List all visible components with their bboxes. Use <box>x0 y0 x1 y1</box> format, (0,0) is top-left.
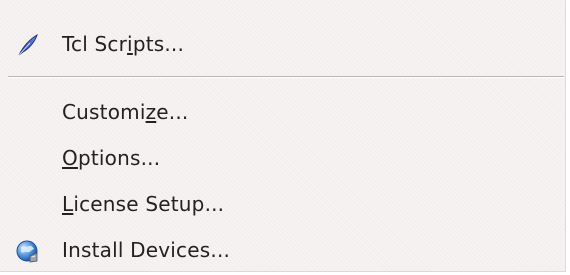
menu-item-label: Options... <box>62 144 160 172</box>
menu-item-label: License Setup... <box>62 190 224 218</box>
label-post: ptions... <box>77 146 161 170</box>
label-post: e... <box>156 100 189 124</box>
mnemonic-char: z <box>145 100 157 124</box>
label-post: pts... <box>132 32 185 56</box>
feather-pen-icon <box>15 32 41 58</box>
tools-menu: Tcl Scripts... Customize... Options... L… <box>0 0 566 272</box>
label-pre: Customi <box>62 100 146 124</box>
menu-item-tcl-scripts[interactable]: Tcl Scripts... <box>0 24 566 64</box>
globe-install-icon <box>15 238 41 264</box>
menu-item-customize[interactable]: Customize... <box>0 92 566 132</box>
menu-item-label: Customize... <box>62 98 188 126</box>
label-post: icense Setup... <box>73 192 225 216</box>
label-pre: Tcl Scr <box>62 32 128 56</box>
menu-item-label: Install Devices... <box>62 238 231 262</box>
menu-item-options[interactable]: Options... <box>0 138 566 178</box>
menu-item-install-devices[interactable]: Install Devices... <box>0 230 566 270</box>
mnemonic-char: O <box>62 146 78 170</box>
menu-separator <box>8 76 564 78</box>
menu-item-label: Tcl Scripts... <box>62 30 184 58</box>
menu-item-license-setup[interactable]: License Setup... <box>0 184 566 224</box>
mnemonic-char: L <box>62 192 74 216</box>
